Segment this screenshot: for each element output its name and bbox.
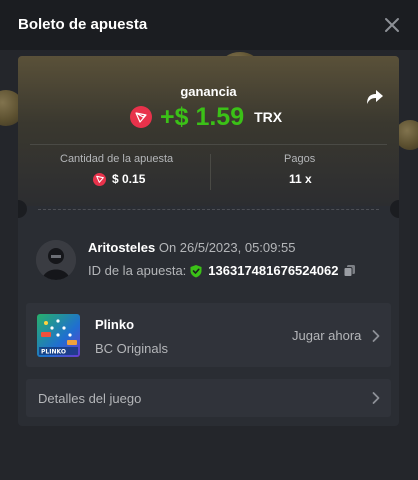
modal-title: Boleto de apuesta xyxy=(18,16,148,33)
bet-amount-label: Cantidad de la apuesta xyxy=(60,153,174,165)
bet-id-label: ID de la apuesta: xyxy=(88,263,187,278)
game-row[interactable]: PLINKO Plinko BC Originals Jugar ahora xyxy=(26,303,391,367)
modal-header: Boleto de apuesta xyxy=(0,0,418,50)
play-now-link[interactable]: Jugar ahora xyxy=(292,328,361,343)
dashed-divider xyxy=(38,209,379,210)
gain-row: +$ 1.59 TRX xyxy=(130,103,282,131)
avatar[interactable] xyxy=(36,240,76,280)
verified-shield-icon xyxy=(190,264,202,277)
plinko-thumbnail: PLINKO xyxy=(37,314,80,357)
divider xyxy=(30,144,387,145)
bet-amount-value: $ 0.15 xyxy=(112,172,146,186)
gain-label: ganancia xyxy=(180,84,237,99)
gain-currency: TRX xyxy=(254,109,283,125)
divider xyxy=(210,154,211,190)
trx-icon xyxy=(93,172,106,186)
plinko-thumb-text: PLINKO xyxy=(41,349,66,356)
bet-id-line: ID de la apuesta: 136317481676524062 xyxy=(88,263,356,278)
game-name: Plinko xyxy=(95,317,135,332)
game-details-label: Detalles del juego xyxy=(38,391,142,406)
copy-icon[interactable] xyxy=(343,264,356,277)
chevron-right-icon[interactable] xyxy=(371,329,381,343)
game-details-row[interactable]: Detalles del juego xyxy=(26,379,391,417)
user-line: Aritosteles On 26/5/2023, 05:09:55 xyxy=(88,240,295,255)
bet-id: 136317481676524062 xyxy=(208,263,339,278)
payout-value: 11 x xyxy=(289,172,312,186)
trx-icon xyxy=(130,106,152,128)
close-icon[interactable] xyxy=(382,15,402,35)
share-icon[interactable] xyxy=(366,88,384,106)
ticket-notch xyxy=(390,200,399,218)
bet-date: On 26/5/2023, 05:09:55 xyxy=(158,240,296,255)
username[interactable]: Aritosteles xyxy=(88,240,155,255)
payout-label: Pagos xyxy=(284,153,316,165)
gain-amount: +$ 1.59 xyxy=(160,102,245,131)
bet-ticket-card: ganancia +$ 1.59 TRX Cantidad de la apue… xyxy=(18,56,399,426)
bet-amount: $ 0.15 xyxy=(93,172,145,186)
chevron-right-icon[interactable] xyxy=(371,391,381,405)
game-provider: BC Originals xyxy=(95,341,168,356)
